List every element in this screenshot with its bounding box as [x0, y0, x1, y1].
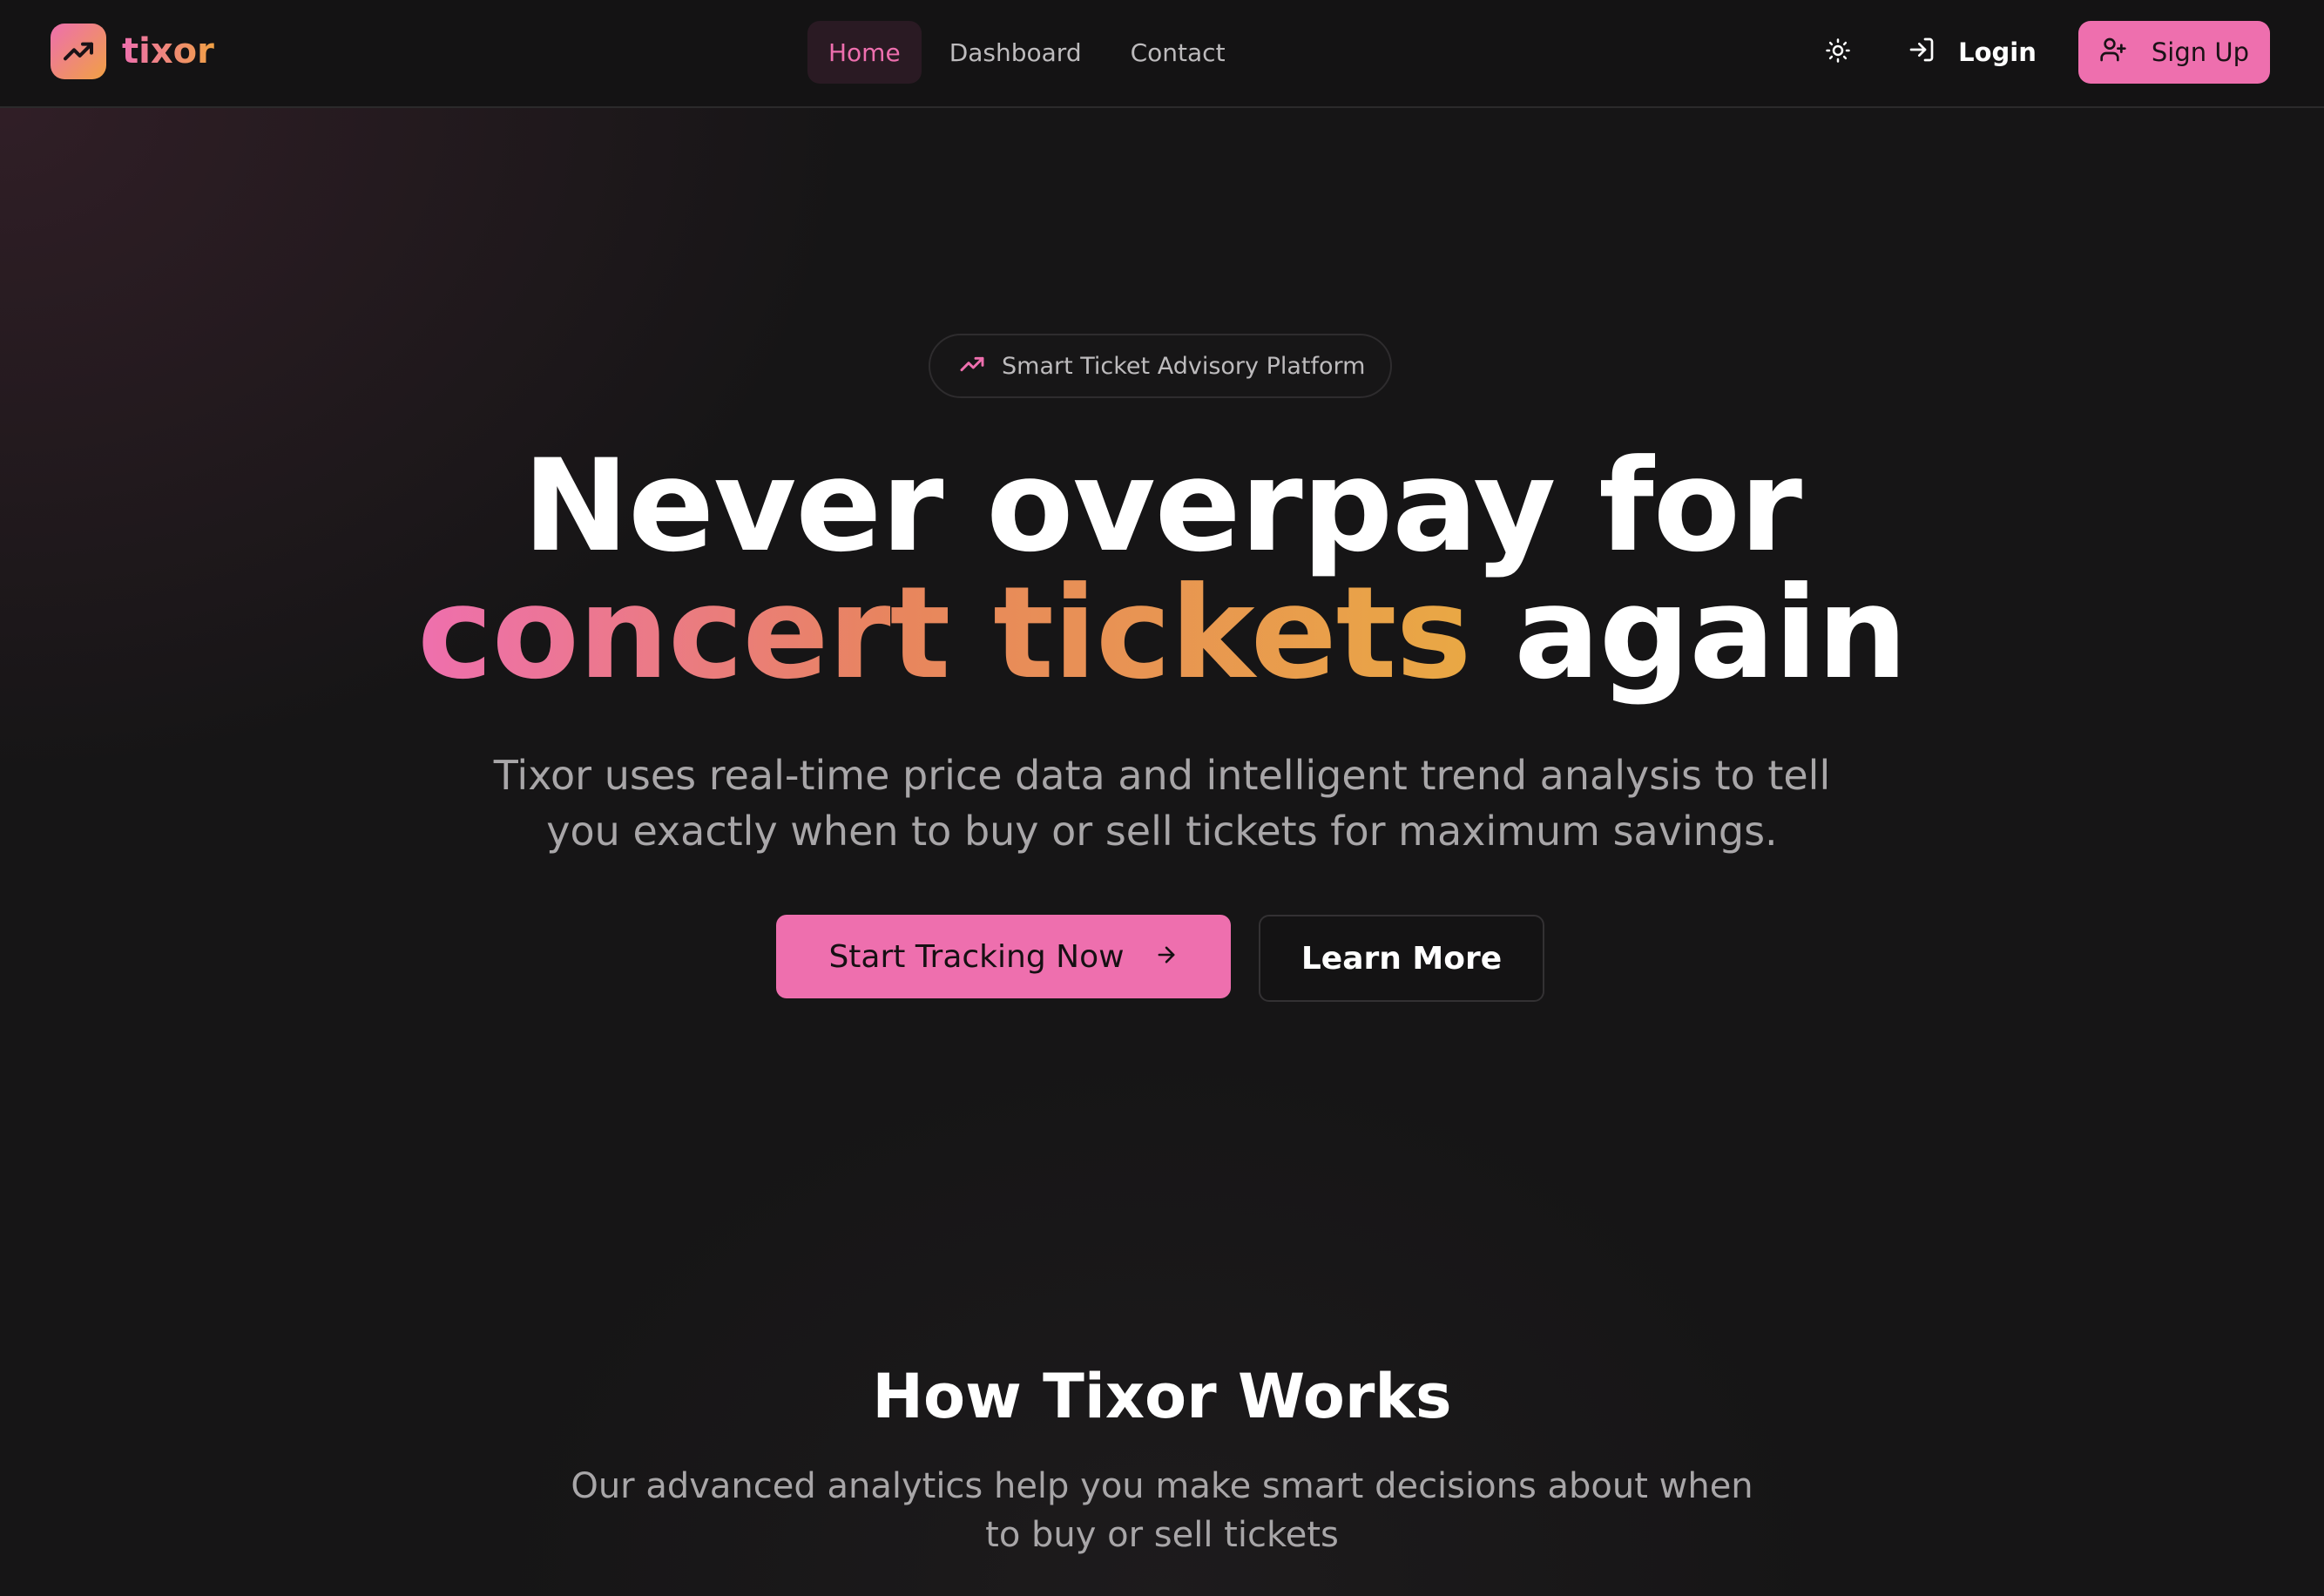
brand-name: tixor — [122, 31, 214, 71]
headline-line-2: concert tickets again — [0, 570, 2324, 697]
main-nav: Home Dashboard Contact — [807, 21, 1253, 84]
login-label: Login — [1958, 37, 2037, 67]
trending-up-icon — [51, 24, 106, 79]
theme-toggle-button[interactable] — [1814, 21, 1862, 84]
how-it-works-title: How Tixor Works — [872, 1361, 1452, 1432]
headline-line-1: Never overpay for — [522, 432, 1802, 580]
headline-highlight: concert tickets — [417, 559, 1471, 707]
arrow-right-icon — [1154, 939, 1179, 975]
top-navbar: tixor Home Dashboard Contact Login Sign … — [0, 0, 2324, 108]
learn-more-button[interactable]: Learn More — [1259, 915, 1544, 1002]
signup-button[interactable]: Sign Up — [2077, 21, 2270, 84]
log-in-icon — [1908, 36, 1936, 70]
brand-logo[interactable]: tixor — [51, 24, 214, 79]
hero-headline: Never overpay for concert tickets again — [0, 443, 2324, 697]
landing-page: tixor Home Dashboard Contact Login Sign … — [0, 0, 2324, 1596]
start-tracking-label: Start Tracking Now — [828, 938, 1125, 975]
nav-link-dashboard[interactable]: Dashboard — [929, 21, 1103, 84]
start-tracking-button[interactable]: Start Tracking Now — [776, 915, 1231, 998]
signup-label: Sign Up — [2151, 37, 2249, 67]
user-plus-icon — [2099, 36, 2127, 70]
nav-actions: Login Sign Up — [1814, 21, 2270, 84]
sun-icon — [1825, 37, 1851, 67]
nav-link-contact[interactable]: Contact — [1110, 21, 1246, 84]
how-it-works-subtitle: Our advanced analytics help you make sma… — [571, 1466, 1753, 1555]
hero-cta-group: Start Tracking Now Learn More — [776, 915, 1544, 1002]
trending-up-icon — [958, 350, 986, 382]
login-button[interactable]: Login — [1897, 21, 2050, 84]
badge-text: Smart Ticket Advisory Platform — [1002, 352, 1366, 380]
headline-rest: again — [1514, 559, 1908, 707]
hero-subtext: Tixor uses real-time price data and inte… — [493, 752, 1831, 855]
nav-link-home[interactable]: Home — [807, 21, 922, 84]
platform-badge: Smart Ticket Advisory Platform — [929, 334, 1392, 398]
